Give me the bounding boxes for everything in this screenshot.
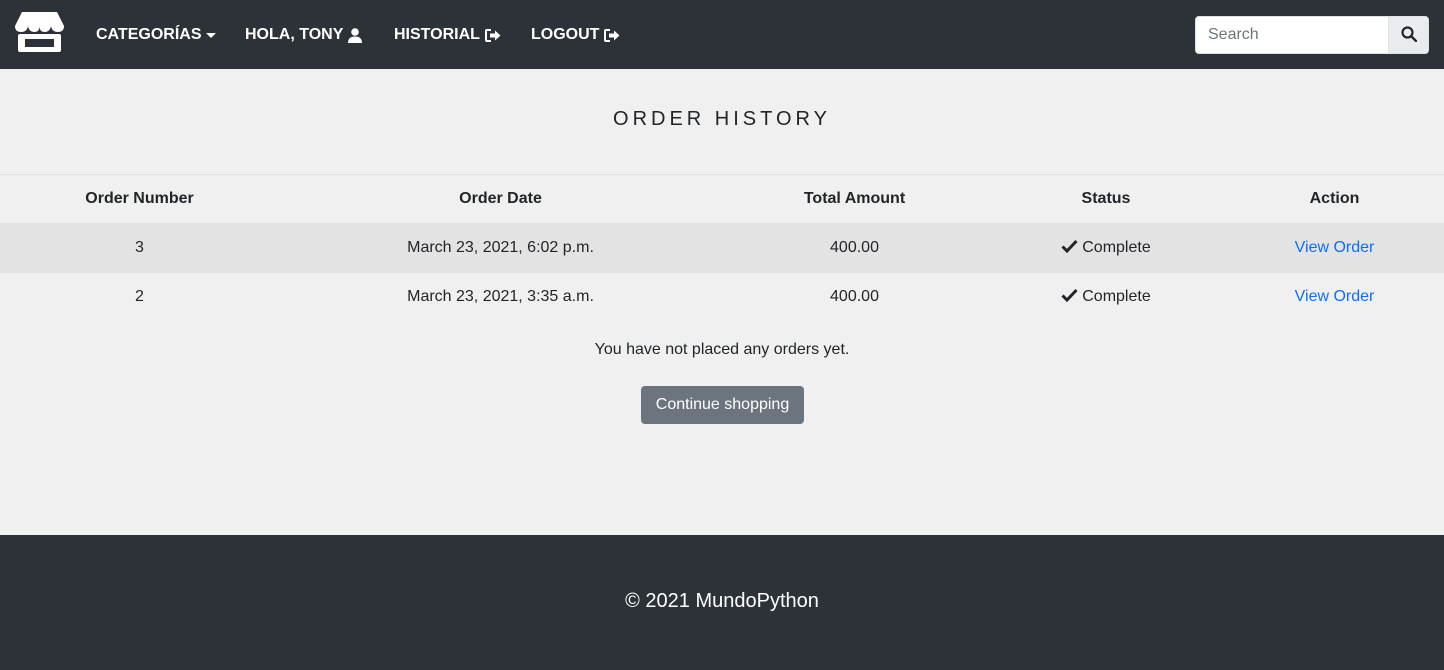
order-number-cell: 2 [135,288,144,306]
navbar: CATEGORÍAS HOLA, TONY HISTORIAL LOGOUT [0,0,1444,69]
search-form [1195,16,1429,54]
column-header-action: Action [1225,174,1444,225]
check-icon [1061,288,1078,307]
order-date-cell: March 23, 2021, 6:02 p.m. [279,223,722,273]
nav-logout-label: LOGOUT [531,26,600,43]
search-icon [1401,25,1418,45]
status-label: Complete [1082,239,1151,257]
order-action-cell: View Order [1225,223,1444,273]
continue-shopping-button[interactable]: Continue shopping [641,386,804,424]
order-action-cell: View Order [1225,273,1444,322]
footer: © 2021 MundoPython [0,535,1444,670]
order-total-cell: 400.00 [722,223,987,273]
check-icon [1061,239,1078,258]
search-input[interactable] [1196,17,1388,53]
view-order-link[interactable]: View Order [1295,239,1375,256]
search-button[interactable] [1388,17,1428,53]
view-order-link[interactable]: View Order [1295,288,1375,305]
order-status-cell: Complete [987,223,1225,273]
nav-historial[interactable]: HISTORIAL [394,25,501,45]
nav-categorias[interactable]: CATEGORÍAS [96,25,217,45]
footer-copyright: © 2021 MundoPython [625,590,819,612]
order-total-cell: 400.00 [830,288,879,306]
column-header-status: Status [987,174,1225,225]
order-status-cell: Complete [987,273,1225,322]
user-icon [348,27,363,43]
order-number-cell: 3 [0,223,279,273]
column-header-order-date: Order Date [279,174,722,225]
column-header-total-amount: Total Amount [722,174,987,225]
table-header-row: Order Number Order Date Total Amount Sta… [0,174,1444,225]
table-row: 3 March 23, 2021, 6:02 p.m. 400.00 Compl… [0,223,1444,273]
store-icon[interactable] [14,12,65,54]
status-label: Complete [1082,288,1151,306]
sign-out-icon [484,28,501,42]
empty-orders-message: You have not placed any orders yet. [594,341,850,358]
caret-down-icon [206,32,217,38]
nav-categorias-label: CATEGORÍAS [96,26,202,43]
page-title: ORDER HISTORY [613,108,831,130]
nav-user[interactable]: HOLA, TONY [245,25,363,45]
order-date-cell: March 23, 2021, 3:35 a.m. [407,288,594,306]
column-header-order-number: Order Number [0,174,279,225]
table-row: 2 March 23, 2021, 3:35 a.m. 400.00 Compl… [0,273,1444,322]
nav-logout[interactable]: LOGOUT [531,25,620,45]
order-table: Order Number Order Date Total Amount Sta… [0,174,1444,322]
nav-user-label: HOLA, TONY [245,26,344,43]
sign-out-icon [604,28,620,42]
nav-historial-label: HISTORIAL [394,26,480,43]
